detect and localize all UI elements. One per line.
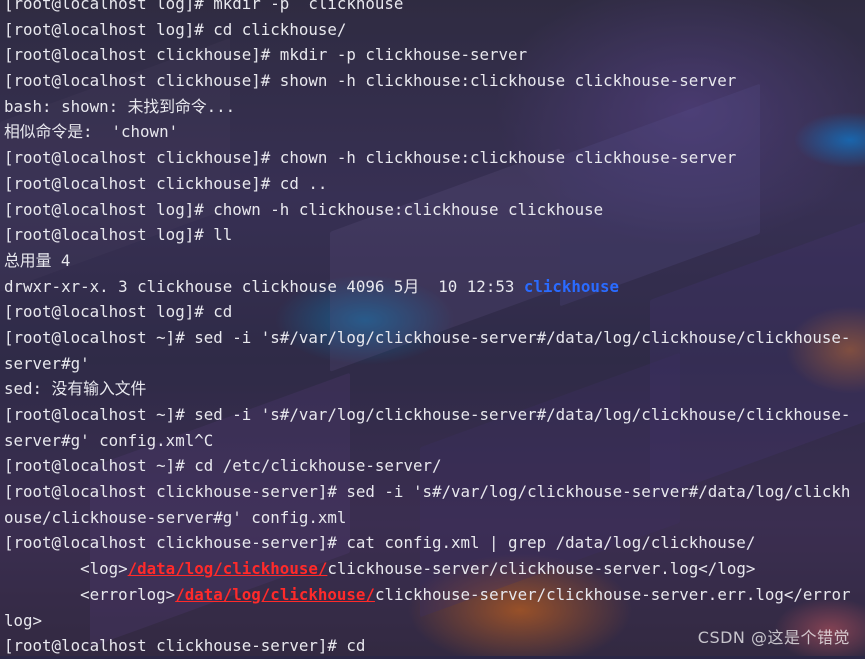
terminal-line: [root@localhost log]# ll (4, 222, 861, 248)
terminal-line: [root@localhost clickhouse-server]# cat … (4, 530, 861, 556)
terminal-text: [root@localhost clickhouse-server]# sed … (4, 482, 851, 502)
terminal-line: sed: 没有输入文件 (4, 376, 861, 402)
terminal-line: [root@localhost log]# mkdir -p clickhous… (4, 0, 861, 17)
terminal-text: [root@localhost log]# chown -h clickhous… (4, 199, 604, 219)
terminal-text: server#g' (4, 353, 90, 373)
terminal-text: clickhouse-server/clickhouse-server.log<… (327, 559, 756, 579)
grep-match-highlight: /data/log/clickhouse/ (127, 559, 328, 579)
terminal-text: drwxr-xr-x. 3 clickhouse clickhouse 4096… (4, 276, 524, 296)
terminal-text: server#g' config.xml^C (4, 430, 214, 450)
terminal-line: [root@localhost ~]# sed -i 's#/var/log/c… (4, 325, 861, 351)
terminal-line: server#g' config.xml^C (4, 428, 861, 454)
terminal-text: [root@localhost log]# cd (4, 302, 233, 322)
directory-name: clickhouse (523, 276, 619, 296)
terminal-line: [root@localhost log]# cd clickhouse/ (4, 17, 861, 43)
terminal-line: <log>/data/log/clickhouse/clickhouse-ser… (4, 556, 861, 582)
terminal-line: [root@localhost ~]# cd /etc/clickhouse-s… (4, 453, 861, 479)
terminal-line: 相似命令是: 'chown' (4, 119, 861, 145)
terminal-line: [root@localhost log]# chown -h clickhous… (4, 197, 861, 223)
terminal-text: [root@localhost clickhouse-server]# cat … (4, 533, 756, 553)
terminal-line: [root@localhost clickhouse]# mkdir -p cl… (4, 42, 861, 68)
csdn-watermark: CSDN @这是个错觉 (697, 628, 850, 647)
terminal-line: [root@localhost ~]# sed -i 's#/var/log/c… (4, 402, 861, 428)
terminal-text: [root@localhost log]# cd clickhouse/ (4, 19, 347, 39)
terminal-text: 相似命令是: 'chown' (4, 122, 179, 142)
terminal-line: [root@localhost clickhouse]# chown -h cl… (4, 145, 861, 171)
terminal-text: [root@localhost ~]# sed -i 's#/var/log/c… (4, 405, 851, 424)
terminal-line: bash: shown: 未找到命令... (4, 94, 861, 120)
terminal-text: log> (4, 610, 43, 630)
terminal-line: [root@localhost clickhouse-server]# sed … (4, 479, 861, 505)
grep-match-highlight: /data/log/clickhouse/ (175, 584, 375, 604)
terminal-text: [root@localhost ~]# sed -i 's#/var/log/c… (4, 327, 851, 347)
terminal-text: [root@localhost clickhouse]# cd .. (4, 173, 328, 193)
terminal-line: [root@localhost log]# cd (4, 299, 861, 325)
terminal-text: [root@localhost clickhouse]# shown -h cl… (4, 71, 737, 91)
terminal-text: <errorlog> (4, 584, 176, 604)
terminal-text: [root@localhost log]# mkdir -p clickhous… (4, 0, 404, 13)
terminal-text: [root@localhost clickhouse]# chown -h cl… (4, 148, 737, 168)
terminal-text: ouse/clickhouse-server#g' config.xml (4, 507, 347, 527)
terminal-text: [root@localhost log]# ll (4, 225, 233, 245)
terminal-text: [root@localhost clickhouse-server]# cd (4, 636, 366, 656)
terminal-text: sed: 没有输入文件 (4, 379, 147, 399)
terminal-line: [root@localhost clickhouse]# cd .. (4, 171, 861, 197)
terminal-line: ouse/clickhouse-server#g' config.xml (4, 505, 861, 531)
terminal-text: [root@localhost clickhouse]# mkdir -p cl… (4, 45, 528, 65)
terminal-text: clickhouse-server/clickhouse-server.err.… (374, 584, 851, 604)
terminal-text: 总用量 4 (4, 250, 71, 270)
terminal-text: bash: shown: 未找到命令... (4, 96, 236, 116)
terminal-line: server#g' (4, 351, 861, 377)
terminal-text: [root@localhost ~]# cd /etc/clickhouse-s… (4, 456, 442, 476)
terminal-line: [root@localhost clickhouse]# shown -h cl… (4, 68, 861, 94)
terminal-output[interactable]: [root@localhost log]# mkdir -p clickhous… (4, 0, 861, 659)
terminal-text: <log> (4, 559, 128, 579)
terminal-line: drwxr-xr-x. 3 clickhouse clickhouse 4096… (4, 274, 861, 300)
terminal-line: 总用量 4 (4, 248, 861, 274)
terminal-line: <errorlog>/data/log/clickhouse/clickhous… (4, 582, 861, 608)
